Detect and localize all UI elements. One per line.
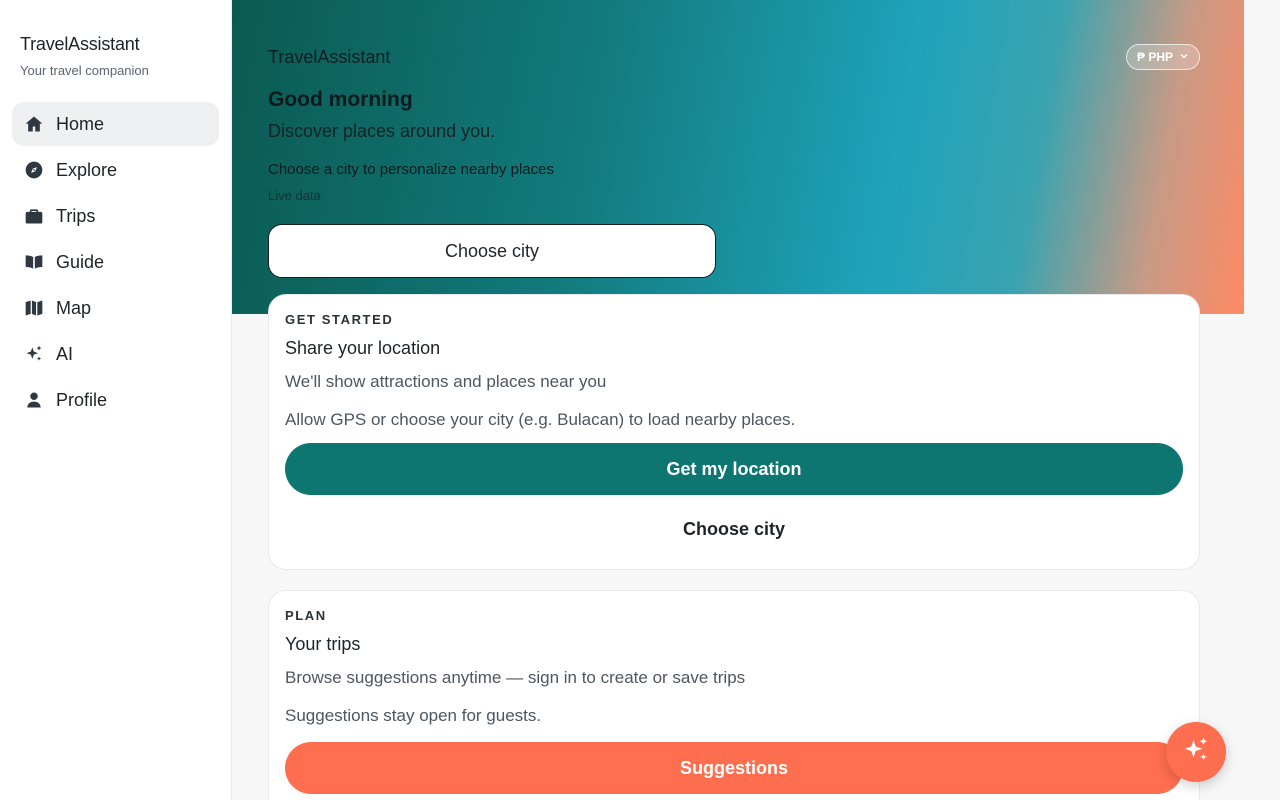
sidebar-item-label: Home — [56, 113, 105, 134]
sidebar-item-label: Guide — [56, 251, 105, 272]
discover-text: Discover places around you. — [268, 121, 496, 141]
hero-app-name: TravelAssistant — [268, 47, 391, 67]
sidebar-item-label: Profile — [56, 389, 108, 410]
card-title: Your trips — [285, 634, 361, 654]
card-eyebrow: PLAN — [285, 608, 327, 623]
choose-city-label: Choose a city to personalize nearby plac… — [268, 161, 554, 178]
person-icon — [24, 390, 44, 410]
ai-assistant-fab[interactable] — [1166, 722, 1226, 782]
plan-card: PLAN Your trips Browse suggestions anyti… — [268, 590, 1200, 800]
currency-label: ₱ PHP — [1137, 50, 1174, 64]
sidebar-item-label: AI — [56, 343, 74, 364]
sidebar-item-trips[interactable]: Trips — [12, 194, 219, 238]
suggestions-button[interactable]: Suggestions — [285, 742, 1183, 794]
currency-selector[interactable]: ₱ PHP — [1126, 44, 1201, 70]
sidebar-item-home[interactable]: Home — [12, 102, 219, 146]
sidebar-item-guide[interactable]: Guide — [12, 240, 219, 284]
sidebar-item-profile[interactable]: Profile — [12, 378, 219, 422]
card-eyebrow: GET STARTED — [285, 312, 394, 327]
hero-choose-city-button[interactable]: Choose city — [268, 224, 716, 278]
sidebar-item-explore[interactable]: Explore — [12, 148, 219, 192]
sparkles-icon — [1181, 735, 1211, 770]
hero-banner: TravelAssistant ₱ PHP Good morning Disco… — [232, 0, 1244, 314]
live-data-badge: Live data — [268, 188, 321, 203]
sidebar-item-map[interactable]: Map — [12, 286, 219, 330]
card-note: Allow GPS or choose your city (e.g. Bula… — [285, 410, 796, 429]
card-title: Share your location — [285, 338, 441, 358]
card-note: Suggestions stay open for guests. — [285, 706, 542, 725]
sidebar-item-ai[interactable]: AI — [12, 332, 219, 376]
sidebar-item-label: Explore — [56, 159, 118, 180]
chevron-down-icon — [1179, 50, 1189, 64]
home-icon — [24, 114, 44, 134]
card-subtitle: We'll show attractions and places near y… — [285, 372, 607, 391]
map-icon — [24, 298, 44, 318]
card-subtitle: Browse suggestions anytime — sign in to … — [285, 668, 746, 687]
greeting-title: Good morning — [268, 88, 413, 111]
compass-icon — [24, 160, 44, 180]
book-icon — [24, 252, 44, 272]
briefcase-icon — [24, 206, 44, 226]
sidebar: TravelAssistant Your travel companion Ho… — [0, 0, 232, 800]
sidebar-nav: Home Explore Trips Guide Map AI Profile — [12, 102, 219, 422]
get-my-location-button[interactable]: Get my location — [285, 443, 1183, 495]
get-started-card: GET STARTED Share your location We'll sh… — [268, 294, 1200, 570]
sidebar-item-label: Map — [56, 297, 92, 318]
choose-city-button[interactable]: Choose city — [285, 507, 1183, 551]
brand-subtitle: Your travel companion — [20, 63, 149, 78]
sidebar-item-label: Trips — [56, 205, 96, 226]
brand-title: TravelAssistant — [20, 34, 140, 54]
sparkles-icon — [24, 344, 44, 364]
